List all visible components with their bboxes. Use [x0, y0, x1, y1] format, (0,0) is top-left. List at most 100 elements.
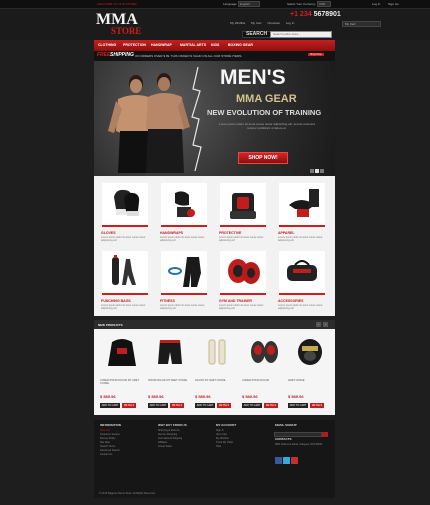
copyright: © 2013 Magento Demo Store. All Rights Re…: [99, 492, 156, 495]
details-button[interactable]: DETAILS: [310, 403, 324, 408]
details-button[interactable]: DETAILS: [122, 403, 136, 408]
add-to-cart-button[interactable]: ADD TO CART: [100, 403, 120, 408]
twitter-icon[interactable]: [283, 457, 290, 464]
category-protective[interactable]: PROTECTIVE Lorem ipsum dolor sit amet co…: [214, 180, 271, 245]
hero-banner[interactable]: MEN'S MMA GEAR NEW EVOLUTION OF TRAINING…: [94, 61, 335, 176]
new-products-title: NEW PRODUCTS: [98, 323, 123, 327]
slider-dot[interactable]: [310, 169, 314, 173]
category-punching-bags[interactable]: PUNCHING BAGS Lorem ipsum dolor sit amet…: [96, 248, 153, 313]
category-fitness[interactable]: FITNESS Lorem ipsum dolor sit amet conse…: [155, 248, 212, 313]
category-desc: Lorem ipsum dolor sit amet conse ctetur …: [278, 236, 323, 242]
product-image: [208, 339, 226, 365]
product-image: [298, 339, 322, 365]
category-handwraps[interactable]: HANDWRAPS Lorem ipsum dolor sit amet con…: [155, 180, 212, 245]
shipping-bar: FREE SHIPPING ON ORDERS OVER $ 99. THIS …: [94, 51, 335, 61]
product-card[interactable]: LOREM IPSUM DOLOR SIT AMET CONSE $ 589.9…: [98, 332, 146, 414]
banner-tagline: NEW EVOLUTION OF TRAINING: [207, 108, 322, 117]
product-card[interactable]: DOLOR SIT AMET CONSE $ 589.96 ADD TO CAR…: [193, 332, 241, 414]
shipping-badge[interactable]: Shop Now: [308, 53, 324, 56]
product-card[interactable]: LOREM IPSUM DOLOR $ 589.96 ADD TO CART D…: [240, 332, 288, 414]
welcome-text: WELCOME TO OUR STORE!: [97, 2, 137, 6]
login-header-link[interactable]: Log In: [286, 21, 294, 25]
product-price: $ 589.96: [288, 394, 304, 399]
product-card[interactable]: AMET CONSE $ 589.96 ADD TO CART DETAILS: [286, 332, 334, 414]
footer-link[interactable]: Contact Us: [100, 453, 121, 457]
product-name[interactable]: LOREM IPSUM DOLOR: [242, 379, 286, 382]
youtube-icon[interactable]: [291, 457, 298, 464]
footer-col-information: INFORMATION About Us Customer Service Pr…: [100, 423, 121, 457]
banner-subheading: MMA GEAR: [236, 93, 297, 105]
add-to-cart-button[interactable]: ADD TO CART: [148, 403, 168, 408]
shipping-free: FREE: [97, 52, 111, 58]
category-desc: Lorem ipsum dolor sit amet conse ctetur …: [101, 304, 146, 310]
product-name[interactable]: IPSUM DOLOR SIT AMET CONSE: [148, 379, 192, 382]
add-to-cart-button[interactable]: ADD TO CART: [195, 403, 215, 408]
add-to-cart-button[interactable]: ADD TO CART: [242, 403, 262, 408]
header-links: My Wishlist My Cart Checkout Log In: [230, 21, 299, 25]
accessories-image: [279, 251, 325, 295]
banner-heading: MEN'S: [220, 66, 286, 89]
wishlist-link[interactable]: My Wishlist: [230, 21, 245, 25]
nav-item-boxing-gear[interactable]: BOXING GEAR: [228, 43, 253, 47]
language-label: Language:: [223, 2, 238, 6]
cart-link[interactable]: My Cart: [251, 21, 262, 25]
top-bar: WELCOME TO OUR STORE! Language: English …: [0, 0, 430, 9]
currency-label: Select Your Currency:: [287, 2, 317, 6]
category-name: APPAREL: [278, 231, 295, 235]
category-gloves[interactable]: GLOVES Lorem ipsum dolor sit amet conse …: [96, 180, 153, 245]
details-button[interactable]: DETAILS: [217, 403, 231, 408]
nav-item-handwrap[interactable]: HANDWRAP: [151, 43, 172, 47]
language-select[interactable]: English: [238, 1, 260, 7]
slider-dot[interactable]: [320, 169, 324, 173]
product-name[interactable]: DOLOR SIT AMET CONSE: [195, 379, 239, 382]
category-gym-trainer[interactable]: GYM AND TRAINER Lorem ipsum dolor sit am…: [214, 248, 271, 313]
protective-image: [220, 183, 266, 227]
checkout-link[interactable]: Checkout: [267, 21, 280, 25]
product-image: [158, 340, 182, 364]
login-link[interactable]: Log In: [372, 2, 380, 6]
newsletter-input[interactable]: [274, 432, 322, 437]
nav-item-protection[interactable]: PROTECTION: [123, 43, 146, 47]
footer-heading: WHY BUY FROM US: [158, 423, 187, 427]
currency-select[interactable]: USD: [317, 1, 331, 7]
category-apparel[interactable]: APPAREL Lorem ipsum dolor sit amet conse…: [273, 180, 330, 245]
product-price: $ 589.96: [148, 394, 164, 399]
search-input[interactable]: Search entire store...: [270, 31, 332, 38]
product-image: [251, 341, 278, 363]
contacts-text: 8901 Marmora Road, Glasgow, D04 89GR.: [275, 443, 323, 446]
footer-link[interactable]: Group Sales: [158, 445, 187, 449]
category-accessories[interactable]: ACCESSORIES Lorem ipsum dolor sit amet c…: [273, 248, 330, 313]
register-link[interactable]: Sign Up: [388, 2, 399, 6]
nav-item-martial-arts[interactable]: MARTIAL ARTS: [180, 43, 206, 47]
category-desc: Lorem ipsum dolor sit amet conse ctetur …: [219, 236, 264, 242]
newsletter-submit-button[interactable]: [322, 432, 328, 437]
cart-dropdown[interactable]: My Cart: [342, 21, 381, 27]
facebook-icon[interactable]: [275, 457, 282, 464]
nav-item-kids[interactable]: KIDS: [211, 43, 219, 47]
nav-item-clothing[interactable]: CLOTHING: [98, 43, 116, 47]
details-button[interactable]: DETAILS: [170, 403, 184, 408]
slider-dot-active[interactable]: [315, 169, 319, 173]
product-name[interactable]: LOREM IPSUM DOLOR SIT AMET CONSE: [100, 379, 144, 385]
punching-bags-image: [102, 251, 148, 295]
phone-prefix: +1 234: [290, 11, 312, 18]
category-name: GLOVES: [101, 231, 116, 235]
add-to-cart-button[interactable]: ADD TO CART: [288, 403, 308, 408]
shop-now-button[interactable]: SHOP NOW!: [238, 152, 288, 164]
fitness-image: [161, 251, 207, 295]
footer: INFORMATION About Us Customer Service Pr…: [94, 420, 335, 498]
handwraps-image: [161, 183, 207, 227]
logo-sub[interactable]: STORE: [111, 27, 141, 36]
product-card[interactable]: IPSUM DOLOR SIT AMET CONSE $ 589.96 ADD …: [146, 332, 194, 414]
slider-pager: [309, 169, 324, 174]
next-arrow-icon[interactable]: ›: [323, 322, 328, 327]
details-button[interactable]: DETAILS: [264, 403, 278, 408]
header: MMA STORE +1 234 5678901 My Wishlist My …: [0, 9, 430, 40]
prev-arrow-icon[interactable]: ‹: [316, 322, 321, 327]
product-name[interactable]: AMET CONSE: [288, 379, 332, 382]
contacts-heading: CONTACTS: [275, 437, 292, 441]
category-name: GYM AND TRAINER: [219, 299, 252, 303]
category-desc: Lorem ipsum dolor sit amet conse ctetur …: [160, 304, 205, 310]
footer-link[interactable]: Help: [216, 445, 236, 449]
lightning-icon: [191, 67, 202, 171]
